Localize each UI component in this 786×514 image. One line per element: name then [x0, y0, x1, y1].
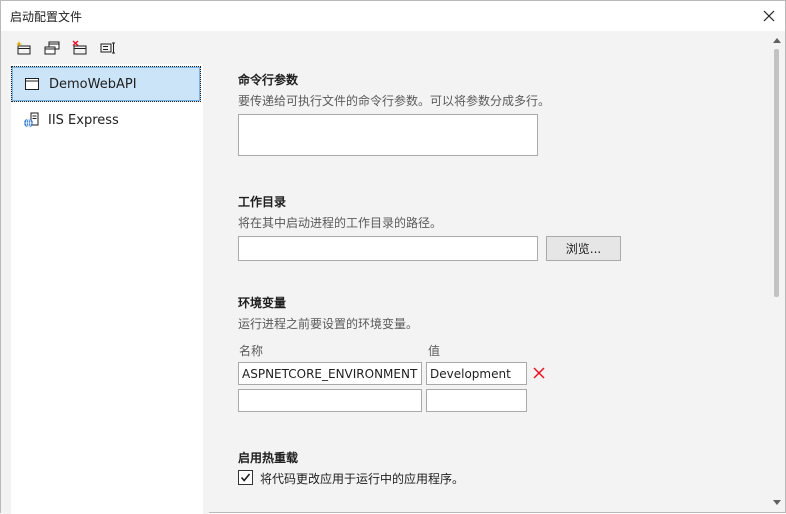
scroll-thumb[interactable] [774, 49, 779, 297]
envvar-value-input-new[interactable] [426, 389, 527, 412]
close-icon [763, 10, 775, 22]
profiles-toolbar [15, 39, 117, 59]
profile-label: IIS Express [48, 112, 119, 128]
close-button[interactable] [757, 4, 781, 28]
copy-profile-icon [44, 41, 60, 55]
workdir-description: 将在其中启动进程的工作目录的路径。 [238, 216, 443, 230]
launch-profiles-dialog: 启动配置文件 DemoWebAPI IIS Express 命令行参数 要传递给… [0, 0, 786, 514]
hotreload-checkbox[interactable] [238, 470, 253, 485]
hotreload-title: 启用热重载 [238, 451, 299, 465]
window-title: 启动配置文件 [10, 10, 83, 24]
profile-list: DemoWebAPI IIS Express [11, 64, 203, 514]
profile-item-iis-express[interactable]: IIS Express [11, 102, 201, 138]
envvar-value-header: 值 [428, 344, 441, 358]
envvar-name-header: 名称 [239, 344, 264, 358]
rename-profile-icon [100, 42, 115, 54]
new-profile-icon [16, 41, 31, 55]
cmdline-description: 要传递给可执行文件的命令行参数。可以将参数分成多行。 [238, 94, 551, 108]
profile-label: DemoWebAPI [49, 76, 137, 92]
copy-profile-button[interactable] [43, 39, 61, 57]
delete-profile-button[interactable] [71, 39, 89, 57]
new-profile-button[interactable] [15, 39, 33, 57]
profile-settings-pane: 命令行参数 要传递给可执行文件的命令行参数。可以将参数分成多行。 工作目录 将在… [209, 31, 785, 512]
envvars-title: 环境变量 [238, 296, 287, 310]
workdir-title: 工作目录 [238, 195, 287, 209]
browse-button[interactable]: 浏览... [546, 236, 621, 261]
settings-content: 命令行参数 要传递给可执行文件的命令行参数。可以将参数分成多行。 工作目录 将在… [209, 31, 769, 512]
envvar-name-input-new[interactable] [238, 389, 422, 412]
caret-down-icon [773, 500, 781, 505]
rename-profile-button[interactable] [99, 39, 117, 57]
delete-envvar-button[interactable] [531, 365, 547, 381]
iis-globe-icon [23, 112, 39, 128]
delete-x-icon [533, 367, 545, 379]
workdir-input[interactable] [238, 236, 538, 261]
profiles-pane: DemoWebAPI IIS Express [1, 31, 209, 514]
scroll-up-button[interactable] [772, 35, 782, 45]
cmdline-args-input[interactable] [238, 114, 538, 156]
hotreload-label: 将代码更改应用于运行中的应用程序。 [260, 472, 465, 486]
scroll-down-button[interactable] [772, 498, 782, 508]
title-bar: 启动配置文件 [1, 1, 785, 31]
profile-item-demowebapi[interactable]: DemoWebAPI [11, 66, 201, 102]
delete-profile-icon [72, 40, 87, 55]
window-icon [24, 76, 40, 92]
caret-up-icon [773, 38, 781, 43]
vertical-scrollbar[interactable] [769, 31, 785, 512]
envvars-description: 运行进程之前要设置的环境变量。 [238, 317, 419, 331]
envvar-name-input[interactable] [238, 362, 422, 385]
checkmark-icon [240, 473, 251, 482]
envvar-value-input[interactable] [426, 362, 527, 385]
cmdline-title: 命令行参数 [238, 73, 299, 87]
